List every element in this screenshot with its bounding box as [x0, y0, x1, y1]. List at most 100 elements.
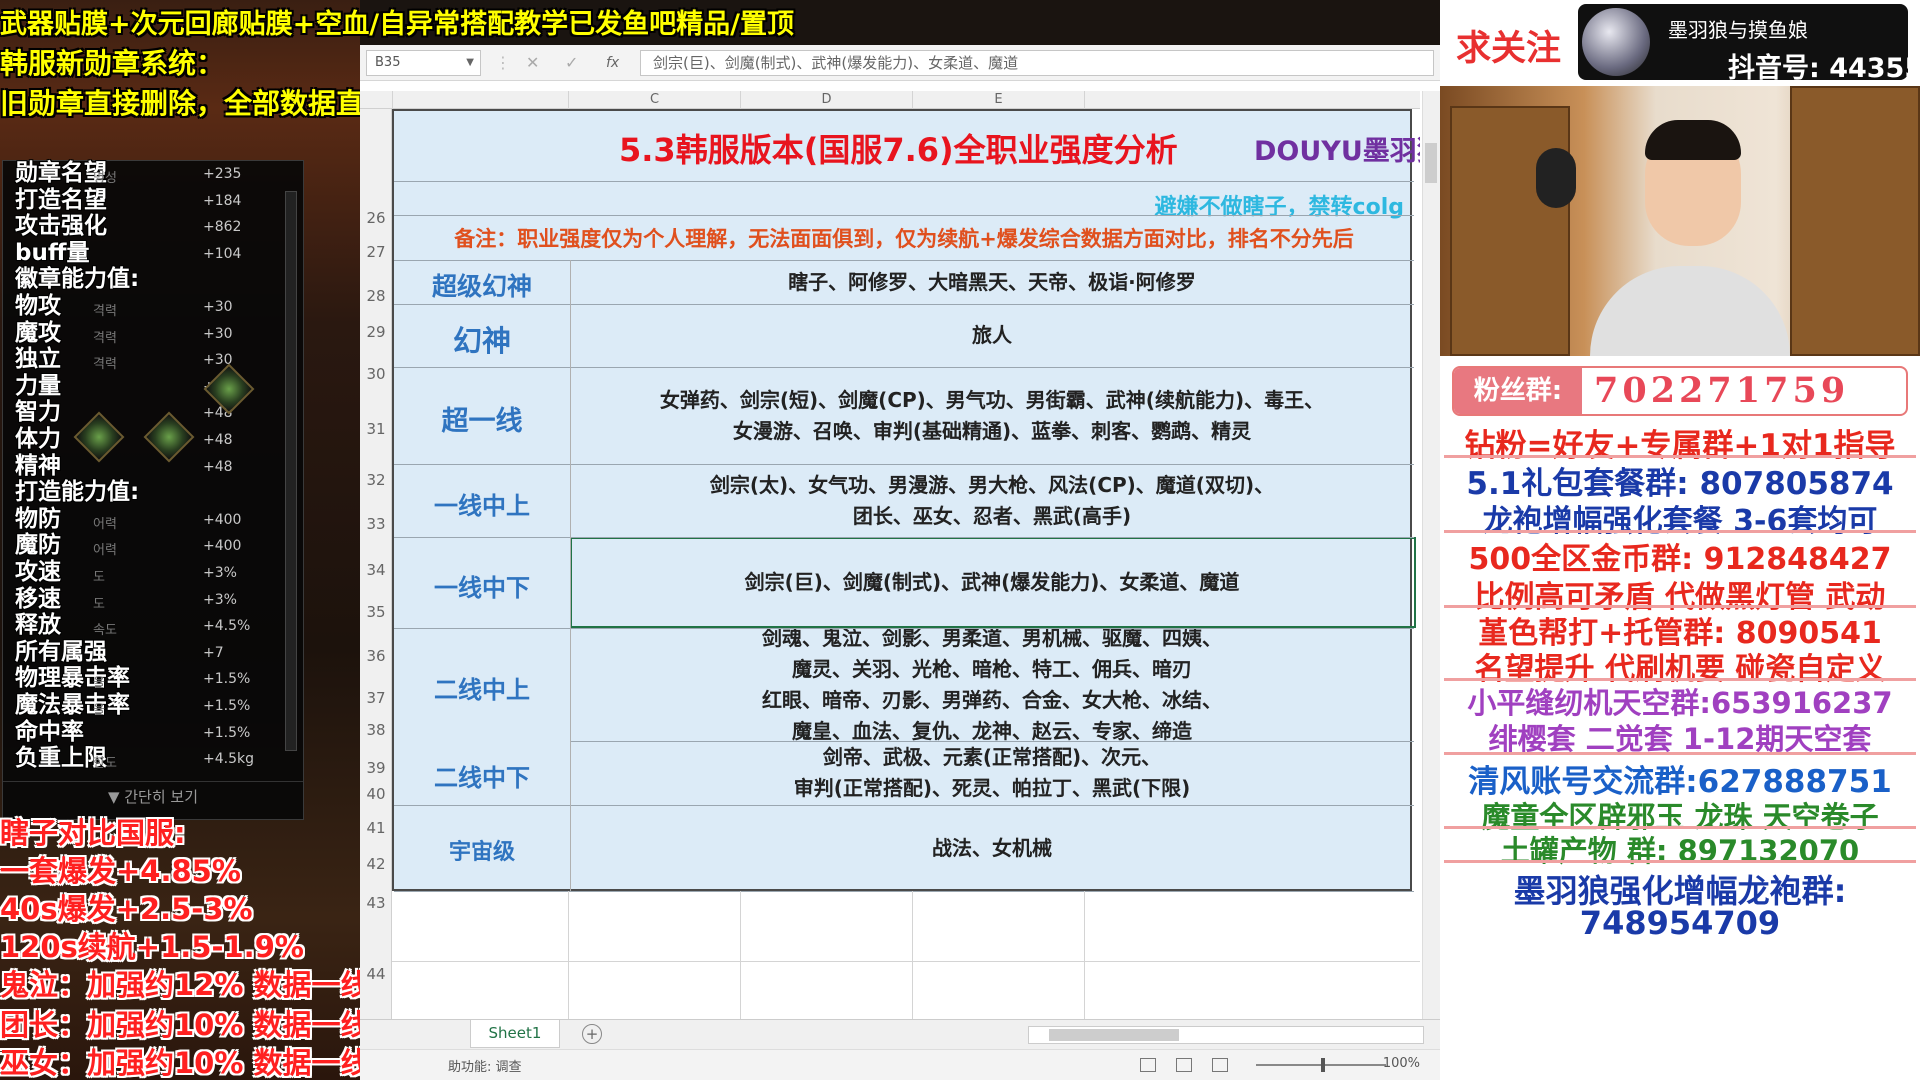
stat-row: 物理暴击率 율 +1.5% [15, 666, 285, 692]
stat-name: 所有属强 [15, 638, 107, 665]
sheet-grid[interactable]: 5.3韩服版本(国服7.6)全职业强度分析 DOUYU墨羽狼 避嫌不做瞎子，禁转… [392, 109, 1420, 1034]
stat-value: +1.5% [203, 698, 251, 714]
tier-label: 超级幻神 [431, 271, 532, 301]
row-number[interactable]: 29 [360, 323, 392, 341]
zoom-level[interactable]: 100% [1383, 1056, 1420, 1071]
tier-label: 二线中下 [434, 764, 530, 793]
name-box[interactable]: B35 ▼ [366, 50, 481, 76]
collapse-button[interactable]: ▼ 간단히 보기 [3, 781, 303, 811]
add-sheet-icon[interactable]: + [582, 1024, 602, 1044]
stat-value: +1.5% [203, 724, 251, 741]
stat-value: +48 [203, 458, 233, 475]
stat-name: 物攻 [15, 293, 61, 319]
stat-value: +235 [203, 166, 242, 182]
grid-line [394, 805, 1414, 806]
grid-line [394, 367, 1414, 368]
grid-line [394, 181, 1414, 182]
subnote: 避嫌不做瞎子，禁转colg [1154, 195, 1404, 220]
normal-view-icon[interactable] [1140, 1058, 1156, 1072]
row-number[interactable]: 41 [360, 819, 392, 837]
column-header-b[interactable] [392, 91, 568, 109]
cancel-icon[interactable]: ✕ [526, 53, 539, 72]
divider [1444, 752, 1916, 755]
page-layout-icon[interactable] [1176, 1058, 1192, 1072]
stat-row: 徽章能力值: [15, 267, 285, 292]
stat-row: 打造名望 +184 [15, 187, 285, 213]
zoom-slider[interactable] [1256, 1058, 1386, 1072]
row-number[interactable]: 43 [360, 894, 392, 912]
column-header-f[interactable] [1084, 91, 1420, 109]
stat-korean: 격력 [93, 304, 117, 319]
tier-table: 5.3韩服版本(国服7.6)全职业强度分析 DOUYU墨羽狼 避嫌不做瞎子，禁转… [392, 109, 1420, 892]
microphone [1536, 148, 1576, 208]
page-break-icon[interactable] [1212, 1058, 1228, 1072]
stat-korean: 율 [93, 676, 105, 692]
chevron-down-icon[interactable]: ▼ [466, 51, 474, 75]
row-number[interactable]: 40 [360, 785, 392, 803]
empty-cells[interactable] [392, 891, 1420, 1034]
stat-name: 攻击强化 [15, 213, 107, 240]
row-number[interactable]: 35 [360, 603, 392, 621]
stat-row: 攻速 도 +3% [15, 559, 285, 586]
banner-line-1: 武器贴膜+次元回廊贴膜+空血/自异常搭配教学已发鱼吧精品/置顶 [0, 9, 794, 40]
stat-value: +48 [203, 432, 233, 448]
zoom-knob[interactable] [1321, 1058, 1325, 1072]
column-header-e[interactable]: E [912, 91, 1084, 109]
stat-name: 释放 [15, 612, 61, 639]
tier-label: 二线中上 [434, 675, 530, 704]
douyin-name: 墨羽狼与摸鱼娘 [1668, 18, 1808, 42]
streamer-hair [1645, 120, 1741, 160]
douyin-badge: 墨羽狼与摸鱼娘 抖音号: 44355994585 [1578, 4, 1920, 84]
column-header-d[interactable]: D [740, 91, 912, 109]
stat-korean: 어력 [93, 543, 117, 559]
grid-line [392, 961, 1420, 962]
tier-label: 一线中上 [434, 491, 530, 520]
row-number[interactable]: 33 [360, 515, 392, 533]
stat-korean: 한도 [93, 756, 117, 772]
stat-row: 所有属强 +7 [15, 638, 285, 665]
divider [1444, 860, 1916, 863]
row-number[interactable]: 30 [360, 365, 392, 383]
scroll-thumb[interactable] [1049, 1029, 1179, 1041]
row-number[interactable]: 27 [360, 243, 392, 261]
function-icon[interactable]: fx [606, 55, 619, 71]
stat-korean: 격력 [93, 357, 117, 373]
accessibility-status[interactable]: 助功能: 调查 [448, 1056, 522, 1075]
row-number[interactable]: 38 [360, 721, 392, 739]
scroll-thumb[interactable] [1425, 143, 1437, 183]
stat-korean: 율 [93, 703, 105, 718]
row-number[interactable]: 39 [360, 759, 392, 777]
note-line: 瞎子对比国服: [0, 816, 186, 850]
promo-line: 土罐产物 群: 897132070 [1500, 834, 1860, 868]
selected-cell[interactable] [570, 537, 1416, 628]
row-number[interactable]: 31 [360, 420, 392, 438]
stat-row: 勋章名望 명성 +235 [15, 161, 285, 187]
horizontal-scrollbar[interactable] [1028, 1026, 1424, 1044]
row-number[interactable]: 26 [360, 209, 392, 227]
stat-name: 移速 [15, 585, 61, 612]
stat-name: 魔防 [15, 532, 61, 559]
column-header-c[interactable]: C [568, 91, 740, 109]
stat-korean: 명성 [93, 171, 117, 186]
row-number[interactable]: 32 [360, 471, 392, 489]
vertical-scrollbar[interactable] [1422, 91, 1440, 1019]
row-number[interactable]: 34 [360, 561, 392, 579]
tier-classes: 审判(正常搭配)、死灵、帕拉丁、黑武(下限) [793, 776, 1191, 800]
row-number[interactable]: 28 [360, 287, 392, 305]
row-number[interactable]: 36 [360, 647, 392, 665]
confirm-icon[interactable]: ✓ [565, 53, 578, 72]
stat-scrollbar[interactable] [285, 191, 297, 751]
remark-note: 备注：职业强度仅为个人理解，无法面面俱到，仅为续航+爆发综合数据方面对比，排名不… [454, 227, 1354, 251]
tab-sheet1[interactable]: Sheet1 [470, 1020, 560, 1048]
more-icon: ⋮ [495, 53, 511, 72]
row-number[interactable]: 44 [360, 965, 392, 983]
tier-classes: 团长、巫女、忍者、黑武(高手) [852, 503, 1132, 528]
row-number[interactable]: 37 [360, 689, 392, 707]
tier-label: 幻神 [452, 323, 511, 358]
formula-input[interactable]: 剑宗(巨)、剑魔(制式)、武神(爆发能力)、女柔道、魔道 [640, 50, 1434, 76]
row-number[interactable]: 42 [360, 855, 392, 873]
stat-name: 攻速 [15, 559, 61, 585]
column-header: C D E [360, 91, 1420, 109]
stat-row: 打造能力值: [15, 480, 285, 505]
divider [1444, 678, 1916, 681]
